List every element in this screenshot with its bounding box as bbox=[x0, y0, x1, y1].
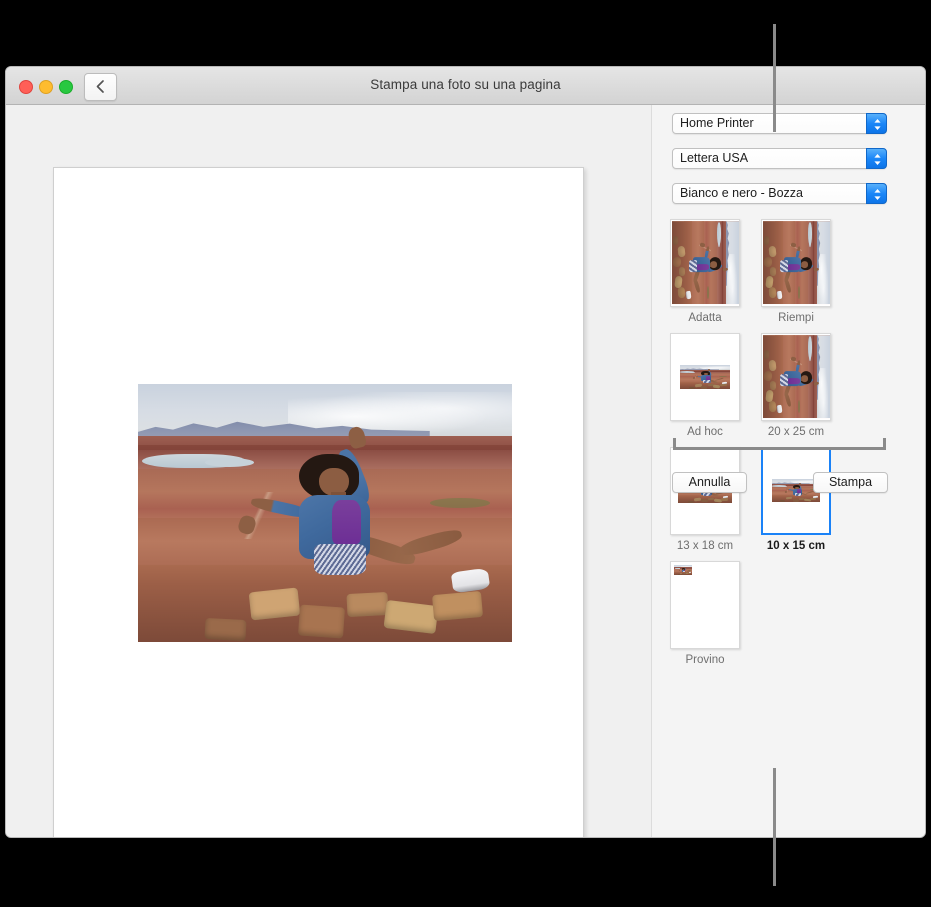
print-preview-pane bbox=[6, 105, 651, 838]
layout-preset-label: 10 x 15 cm bbox=[761, 540, 831, 552]
preset-photo bbox=[762, 336, 829, 419]
layout-preset-cell: 20 x 25 cm bbox=[761, 333, 831, 438]
layout-preset-label: Ad hoc bbox=[670, 426, 740, 438]
layout-preset-cell: 13 x 18 cm bbox=[670, 447, 740, 552]
chevron-up-down-icon bbox=[866, 148, 887, 169]
layout-preset-label: 13 x 18 cm bbox=[670, 540, 740, 552]
print-button[interactable]: Stampa bbox=[813, 472, 888, 493]
preset-photo bbox=[674, 565, 692, 574]
layout-preset-row: Provino bbox=[670, 561, 908, 666]
layout-preset-label: Adatta bbox=[670, 312, 740, 324]
printer-popup-value: Home Printer bbox=[680, 116, 754, 130]
layout-preset-thumbnail[interactable] bbox=[670, 333, 740, 421]
layout-preset-row: Adatta Riempi bbox=[670, 219, 908, 324]
dialog-content: Home Printer Lettera USA bbox=[6, 105, 925, 838]
window-title: Stampa una foto su una pagina bbox=[6, 77, 925, 92]
callout-bracket bbox=[673, 438, 886, 450]
layout-preset-thumbnail[interactable] bbox=[761, 333, 831, 421]
cancel-button[interactable]: Annulla bbox=[672, 472, 747, 493]
paper-size-popup-value: Lettera USA bbox=[680, 151, 748, 165]
preview-page bbox=[53, 167, 584, 838]
layout-preset-cell: Ad hoc bbox=[670, 333, 740, 438]
preset-photo bbox=[671, 222, 738, 305]
preset-photo bbox=[762, 222, 829, 305]
chevron-up-down-icon bbox=[866, 183, 887, 204]
layout-preset-row: Ad hoc 20 x 25 cm bbox=[670, 333, 908, 438]
quality-popup-button[interactable]: Bianco e nero - Bozza bbox=[672, 183, 887, 204]
layout-preset-row: 13 x 18 cm 10 x 15 cm bbox=[670, 447, 908, 552]
layout-preset-label: 20 x 25 cm bbox=[761, 426, 831, 438]
chevron-up-down-icon bbox=[866, 113, 887, 134]
quality-popup-value: Bianco e nero - Bozza bbox=[680, 186, 803, 200]
preset-photo bbox=[680, 365, 730, 389]
layout-preset-thumbnail[interactable] bbox=[670, 561, 740, 649]
layout-preset-thumbnail[interactable] bbox=[761, 219, 831, 307]
layout-preset-label: Provino bbox=[670, 654, 740, 666]
preview-photo bbox=[138, 384, 512, 642]
layout-preset-cell: Riempi bbox=[761, 219, 831, 324]
layout-preset-cell: Provino bbox=[670, 561, 740, 666]
print-options-sidebar: Home Printer Lettera USA bbox=[651, 105, 925, 838]
window-titlebar: Stampa una foto su una pagina bbox=[6, 67, 925, 105]
layout-preset-cell: Adatta bbox=[670, 219, 740, 324]
layout-preset-cell: 10 x 15 cm bbox=[761, 447, 831, 552]
printer-popup-button[interactable]: Home Printer bbox=[672, 113, 887, 134]
paper-size-popup-button[interactable]: Lettera USA bbox=[672, 148, 887, 169]
layout-preset-label: Riempi bbox=[761, 312, 831, 324]
callout-line-bottom bbox=[773, 768, 776, 886]
print-dialog-window: Stampa una foto su una pagina bbox=[5, 66, 926, 838]
dialog-action-buttons: Annulla Stampa bbox=[672, 472, 888, 493]
layout-preset-thumbnail[interactable] bbox=[670, 219, 740, 307]
callout-line-top bbox=[773, 24, 776, 132]
